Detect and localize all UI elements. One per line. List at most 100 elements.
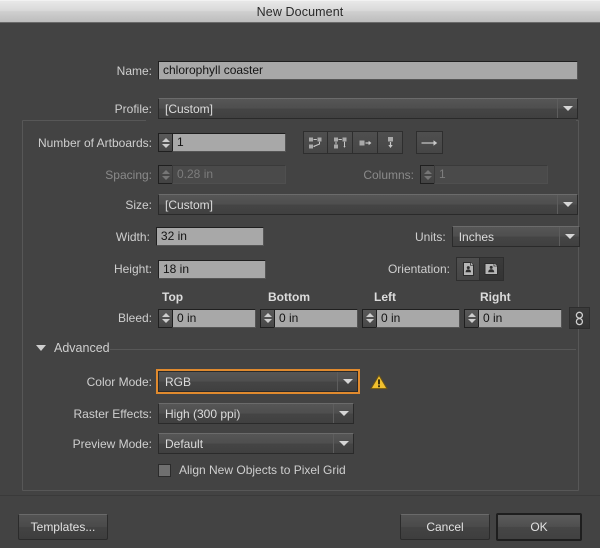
columns-stepper-group (420, 165, 548, 184)
spacing-stepper-group (158, 165, 286, 184)
artboards-input[interactable] (172, 133, 286, 152)
stepper-down-icon[interactable] (162, 319, 170, 323)
dialog-body: Name: Profile: [Custom] Number of Artboa… (0, 23, 600, 547)
stepper-up-icon[interactable] (468, 313, 476, 317)
stepper-up-icon (162, 170, 170, 174)
stepper-up-icon[interactable] (366, 313, 374, 317)
bleed-row: Bleed: (0, 307, 590, 329)
size-label: Size: (0, 198, 152, 212)
orientation-portrait-icon (461, 261, 476, 277)
bleed-bottom-input[interactable] (274, 309, 358, 328)
orientation-portrait-button[interactable] (456, 257, 480, 281)
color-mode-dropdown[interactable]: RGB (158, 371, 358, 392)
name-row: Name: (0, 61, 580, 80)
advanced-label: Advanced (54, 341, 110, 355)
bleed-header-right: Right (476, 290, 578, 304)
chevron-down-icon (559, 227, 579, 246)
bleed-bottom-group[interactable] (260, 309, 358, 328)
grid-by-row-icon-button[interactable] (303, 131, 328, 154)
chevron-down-icon[interactable] (36, 345, 46, 351)
window-title: New Document (257, 5, 344, 19)
size-value: [Custom] (165, 198, 213, 212)
arrange-by-column-icon (383, 136, 398, 150)
stepper-down-icon[interactable] (264, 319, 272, 323)
raster-effects-value: High (300 ppi) (165, 407, 240, 421)
align-pixel-grid-checkbox[interactable] (158, 464, 171, 477)
preview-mode-dropdown[interactable]: Default (158, 433, 354, 454)
grid-by-row-icon (308, 136, 323, 150)
stepper-up-icon[interactable] (264, 313, 272, 317)
width-input[interactable] (156, 227, 264, 246)
bleed-label: Bleed: (0, 311, 152, 325)
stepper-down-icon (424, 176, 432, 180)
spacing-input (172, 165, 286, 184)
stepper-down-icon[interactable] (366, 319, 374, 323)
profile-value: [Custom] (165, 102, 213, 116)
bleed-header-left: Left (370, 290, 472, 304)
color-mode-row: Color Mode: RGB (0, 371, 388, 392)
bleed-left-stepper[interactable] (362, 309, 376, 328)
bleed-bottom-stepper[interactable] (260, 309, 274, 328)
orientation-landscape-button[interactable] (480, 257, 504, 281)
name-label: Name: (0, 64, 152, 78)
height-input[interactable] (158, 260, 266, 279)
chevron-down-icon (333, 434, 353, 453)
size-dropdown[interactable]: [Custom] (158, 194, 578, 215)
bleed-top-group[interactable] (158, 309, 256, 328)
ok-button[interactable]: OK (496, 513, 582, 541)
stepper-up-icon[interactable] (162, 313, 170, 317)
raster-effects-dropdown[interactable]: High (300 ppi) (158, 403, 354, 424)
color-mode-value: RGB (165, 375, 191, 389)
bleed-left-input[interactable] (376, 309, 460, 328)
profile-dropdown[interactable]: [Custom] (158, 98, 578, 119)
columns-label: Columns: (310, 168, 414, 182)
units-label: Units: (288, 230, 446, 244)
spacing-row: Spacing: Columns: (0, 165, 580, 184)
bleed-left-group[interactable] (362, 309, 460, 328)
chevron-down-icon (557, 99, 577, 118)
name-input[interactable] (158, 61, 578, 80)
height-label: Height: (0, 262, 152, 276)
arrange-by-column-icon-button[interactable] (378, 131, 403, 154)
bleed-top-input[interactable] (172, 309, 256, 328)
advanced-header[interactable]: Advanced (36, 341, 110, 355)
bleed-right-stepper[interactable] (464, 309, 478, 328)
color-mode-warning (370, 374, 388, 390)
align-pixel-grid-row[interactable]: Align New Objects to Pixel Grid (158, 463, 346, 477)
bleed-right-input[interactable] (478, 309, 562, 328)
stepper-down-icon[interactable] (162, 144, 170, 148)
chevron-down-icon (337, 372, 357, 391)
orientation-landscape-icon (483, 261, 500, 277)
chevron-down-icon (333, 404, 353, 423)
orientation-label: Orientation: (290, 262, 450, 276)
stepper-down-icon[interactable] (468, 319, 476, 323)
templates-button[interactable]: Templates... (18, 514, 108, 540)
cancel-button[interactable]: Cancel (400, 514, 490, 540)
units-dropdown[interactable]: Inches (452, 226, 580, 247)
preview-mode-value: Default (165, 437, 203, 451)
orientation-buttons (456, 257, 504, 281)
stepper-up-icon (424, 170, 432, 174)
arrange-by-row-icon-button[interactable] (353, 131, 378, 154)
width-row: Width: Units: Inches (0, 226, 580, 247)
link-bleed-values-button[interactable] (569, 307, 590, 329)
artboards-stepper[interactable] (158, 133, 172, 152)
new-document-dialog: New Document Name: Profile: [Custom] Num… (0, 0, 600, 548)
artboard-arrangement-buttons (303, 131, 403, 154)
spacing-stepper (158, 165, 172, 184)
size-row: Size: [Custom] (0, 194, 580, 215)
artboards-stepper-group[interactable] (158, 133, 286, 152)
stepper-up-icon[interactable] (162, 138, 170, 142)
grid-by-column-icon-button[interactable] (328, 131, 353, 154)
color-mode-label: Color Mode: (0, 375, 152, 389)
bleed-right-group[interactable] (464, 309, 562, 328)
profile-label: Profile: (0, 102, 152, 116)
link-bleed-values-icon (574, 311, 585, 326)
preview-mode-label: Preview Mode: (0, 437, 152, 451)
arrange-direction-button[interactable] (416, 131, 443, 154)
bleed-top-stepper[interactable] (158, 309, 172, 328)
grid-by-column-icon (333, 136, 348, 150)
raster-effects-row: Raster Effects: High (300 ppi) (0, 403, 354, 424)
preview-mode-row: Preview Mode: Default (0, 433, 354, 454)
stepper-down-icon (162, 176, 170, 180)
